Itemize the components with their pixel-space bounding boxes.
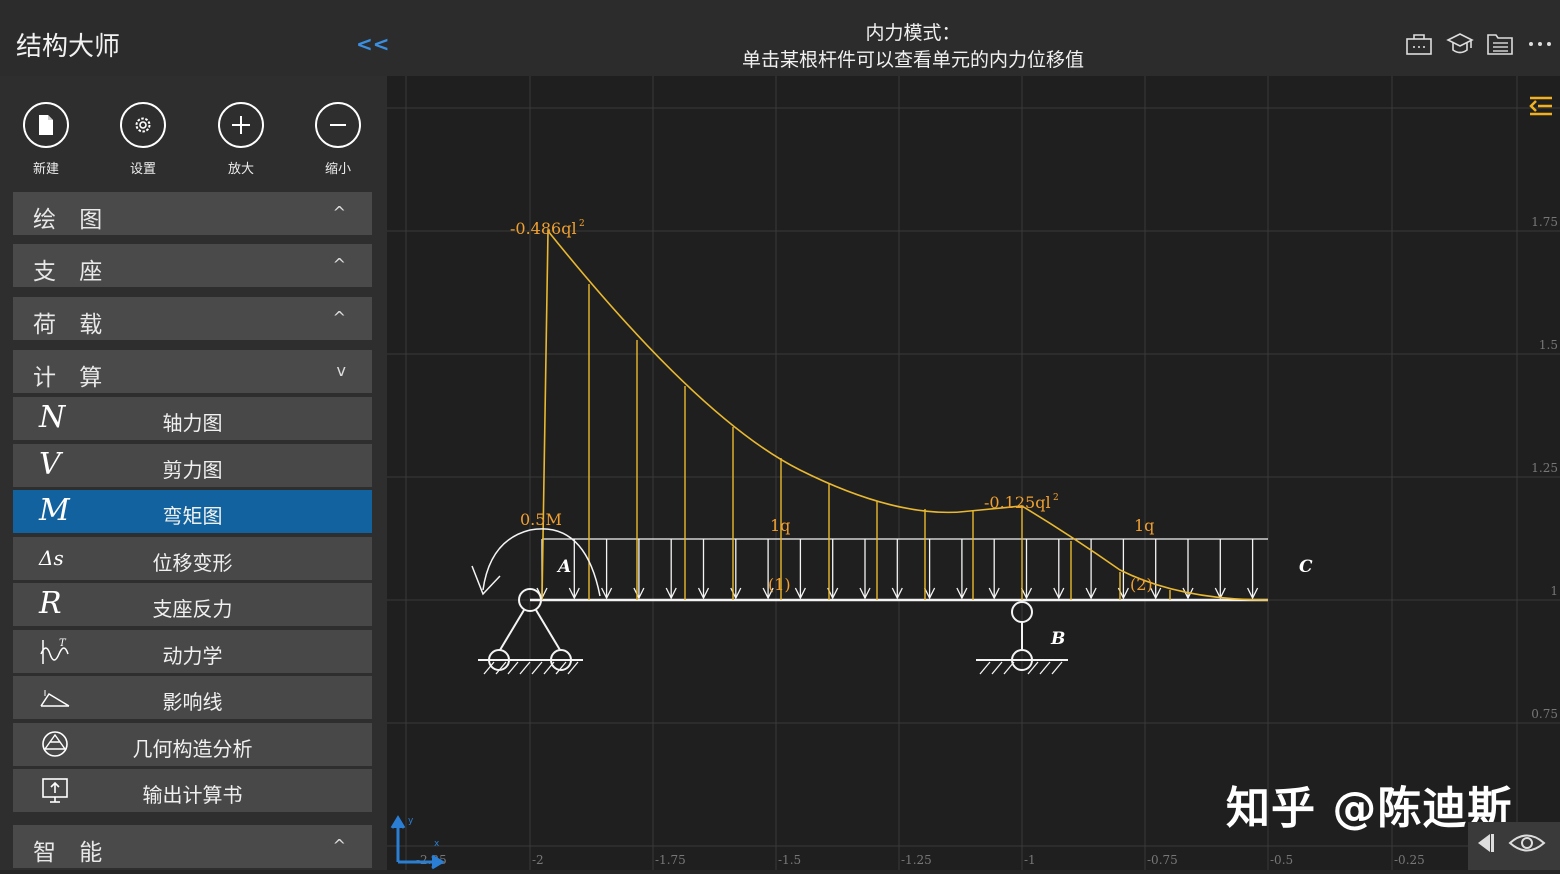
moment-max-exponent: 2 — [579, 219, 585, 229]
calc-item-reaction[interactable]: R 支座反力 — [13, 583, 372, 626]
y-tick-label: 0.75 — [1531, 707, 1558, 721]
section-draw[interactable]: 绘 图 ^ — [13, 192, 372, 235]
zoom-in-button[interactable] — [218, 102, 264, 148]
gear-icon — [135, 117, 151, 133]
node-label: A — [556, 557, 571, 577]
axis-y-label: y — [408, 816, 414, 826]
node-label: B — [1050, 629, 1065, 649]
load-label: 1q — [1134, 516, 1154, 535]
top-bar: 结构大师 << 内力模式： 单击某根杆件可以查看单元的内力位移值 — [0, 0, 1560, 76]
calc-item-label: 动力学 — [162, 644, 223, 668]
more-icon[interactable] — [1526, 30, 1554, 58]
toolbox-icon[interactable] — [1405, 30, 1433, 58]
y-tick-label: 1 — [1550, 584, 1558, 598]
calc-item-shear-force[interactable]: V 剪力图 — [13, 444, 372, 487]
bottom-controls — [1468, 822, 1560, 870]
chevron-down-icon: v — [336, 361, 346, 380]
calc-item-label: 支座反力 — [152, 597, 233, 621]
moment-b-label: -0.125ql — [984, 493, 1051, 512]
x-tick-label: -1.25 — [901, 853, 932, 867]
calc-item-geometric-analysis[interactable]: 几何构造分析 — [13, 723, 372, 766]
section-support[interactable]: 支 座 ^ — [13, 244, 372, 287]
element-label: (1) — [768, 575, 791, 594]
section-support-label: 支 座 — [33, 259, 111, 285]
moment-ordinates — [588, 284, 1171, 600]
section-load-label: 荷 载 — [33, 312, 111, 338]
x-tick-label: -2.25 — [416, 853, 447, 867]
distributed-load — [536, 538, 1268, 600]
chevron-up-icon: ^ — [332, 836, 346, 855]
step-back-icon[interactable] — [1476, 834, 1494, 852]
moment-max-label: -0.486ql — [510, 219, 577, 238]
grid-lines — [387, 76, 1560, 870]
new-file-icon — [39, 115, 53, 135]
section-draw-label: 绘 图 — [33, 207, 111, 233]
calc-item-label: 轴力图 — [162, 411, 223, 435]
app-title: 结构大师 — [16, 32, 121, 62]
drawing-canvas[interactable]: -2.25 -2 -1.75 -1.5 -1.25 -1 -0.75 -0.5 … — [387, 76, 1560, 870]
graduation-cap-icon[interactable] — [1446, 30, 1474, 58]
mode-line-1: 内力模式： — [865, 22, 961, 44]
y-tick-label: 1.5 — [1539, 338, 1558, 352]
section-smart[interactable]: 智 能 ^ — [13, 825, 372, 868]
chevron-up-icon: ^ — [332, 308, 346, 327]
section-smart-label: 智 能 — [33, 840, 111, 866]
element-label: (2) — [1130, 575, 1153, 594]
calc-item-dynamics[interactable]: T 动力学 — [13, 630, 372, 673]
calc-item-axial-force[interactable]: N 轴力图 — [13, 397, 372, 440]
canvas-menu-icon[interactable] — [1529, 96, 1552, 116]
new-button[interactable] — [23, 102, 69, 148]
settings-button[interactable] — [120, 102, 166, 148]
x-tick-label: -0.25 — [1394, 853, 1425, 867]
calc-item-bending-moment[interactable]: M 弯矩图 — [13, 490, 372, 533]
settings-button-label: 设置 — [129, 162, 156, 177]
x-tick-label: -0.75 — [1147, 853, 1178, 867]
calc-item-label: 位移变形 — [152, 551, 233, 575]
node-label: C — [1299, 557, 1313, 577]
x-tick-label: -2 — [532, 853, 544, 867]
axis-x-label: x — [434, 839, 440, 849]
eye-icon[interactable] — [1508, 834, 1546, 852]
calc-item-label: 输出计算书 — [142, 783, 243, 807]
calc-item-export-report[interactable]: 输出计算书 — [13, 769, 372, 812]
zoom-out-button[interactable] — [315, 102, 361, 148]
x-tick-label: -0.5 — [1270, 853, 1293, 867]
section-calculate[interactable]: 计 算 v — [13, 350, 372, 393]
calc-item-influence-line[interactable]: 影响线 — [13, 676, 372, 719]
moment-b-exponent: 2 — [1053, 493, 1059, 503]
collapse-sidebar-button[interactable]: << — [356, 32, 390, 56]
y-tick-label: 1.25 — [1531, 461, 1558, 475]
section-load[interactable]: 荷 载 ^ — [13, 297, 372, 340]
y-tick-label: 1.75 — [1531, 215, 1558, 229]
chevron-up-icon: ^ — [332, 255, 346, 274]
chevron-up-icon: ^ — [332, 203, 346, 222]
zoom-out-button-label: 缩小 — [324, 162, 351, 177]
section-calculate-label: 计 算 — [33, 365, 111, 391]
mode-line-2: 单击某根杆件可以查看单元的内力位移值 — [741, 49, 1084, 71]
zoom-in-icon — [232, 116, 250, 134]
calc-item-label: 几何构造分析 — [132, 737, 253, 761]
x-tick-label: -1.5 — [778, 853, 801, 867]
list-folder-icon[interactable] — [1486, 30, 1514, 58]
moment-diagram-curve — [541, 228, 1269, 601]
zoom-in-button-label: 放大 — [227, 162, 254, 177]
x-tick-label: -1 — [1024, 853, 1036, 867]
x-tick-label: -1.75 — [655, 853, 686, 867]
calc-item-label: 影响线 — [162, 690, 223, 714]
calc-item-label: 弯矩图 — [162, 504, 223, 528]
zoom-out-icon — [330, 124, 346, 126]
calc-item-displacement[interactable]: Δs 位移变形 — [13, 537, 372, 580]
applied-moment-label: 0.5M — [520, 510, 562, 529]
mode-title: 内力模式： 单击某根杆件可以查看单元的内力位移值 — [600, 20, 1226, 74]
load-label: 1q — [770, 516, 790, 535]
new-button-label: 新建 — [32, 162, 59, 177]
calc-item-label: 剪力图 — [162, 458, 223, 482]
